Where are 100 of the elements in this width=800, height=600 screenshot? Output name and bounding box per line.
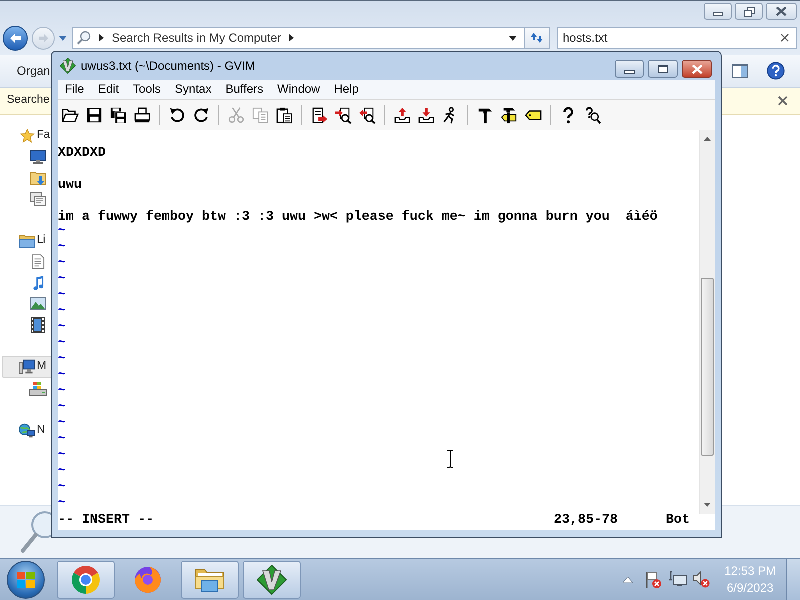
search-arrow-left-icon[interactable] xyxy=(358,106,376,124)
flame-globe-icon[interactable] xyxy=(133,564,163,594)
page-arrow-icon[interactable] xyxy=(310,106,328,124)
help-icon[interactable] xyxy=(767,62,785,80)
scrollbar-thumb[interactable] xyxy=(701,278,714,456)
empty-line-marker: ~ xyxy=(58,290,66,305)
four-squares-icon xyxy=(17,572,35,588)
nav-item[interactable]: N xyxy=(2,420,51,441)
tray-arrow-down-icon[interactable] xyxy=(418,106,434,124)
maximize-button[interactable] xyxy=(648,60,678,78)
minimize-button[interactable] xyxy=(615,60,644,78)
address-bar[interactable]: Search Results in My Computer xyxy=(72,27,525,49)
restore-button[interactable] xyxy=(735,3,763,20)
printer-icon[interactable] xyxy=(134,106,150,124)
network-icon[interactable] xyxy=(19,422,35,438)
caret-down-icon[interactable] xyxy=(509,36,517,40)
redo-icon[interactable] xyxy=(192,106,210,124)
minimize-icon xyxy=(624,70,635,74)
taskbar-button[interactable] xyxy=(243,560,301,598)
speaker-muted-icon[interactable] xyxy=(692,571,710,588)
network-icon[interactable] xyxy=(668,571,687,588)
minimize-icon xyxy=(713,12,723,16)
menu-item[interactable]: Tools xyxy=(126,80,168,99)
close-icon xyxy=(692,64,702,74)
search-icon xyxy=(77,31,91,45)
close-icon[interactable] xyxy=(778,96,788,106)
text-line: uwu xyxy=(58,178,82,194)
monitor-icon[interactable] xyxy=(30,150,46,164)
maximize-icon xyxy=(658,65,668,73)
tray-arrow-up-icon[interactable] xyxy=(394,106,410,124)
drive-icon[interactable] xyxy=(29,382,47,396)
nav-item[interactable]: M xyxy=(2,356,51,378)
start-button[interactable] xyxy=(7,560,45,598)
film-strip-icon[interactable] xyxy=(31,316,45,332)
preview-pane-icon[interactable] xyxy=(732,64,748,78)
folder-arrow-icon[interactable] xyxy=(30,170,46,186)
document-icon[interactable] xyxy=(32,254,44,270)
caret-up-icon[interactable] xyxy=(622,576,633,582)
empty-line-marker: ~ xyxy=(58,386,66,401)
music-note-icon[interactable] xyxy=(32,274,44,290)
nav-item[interactable]: Fa xyxy=(2,125,51,146)
empty-line-marker: ~ xyxy=(58,370,66,385)
empty-line-marker: ~ xyxy=(58,450,66,465)
diamond-logo-icon xyxy=(60,58,76,74)
picture-icon[interactable] xyxy=(30,297,46,310)
close-icon[interactable] xyxy=(781,34,789,42)
stacked-windows-icon[interactable] xyxy=(30,190,46,206)
arrow-left-icon xyxy=(10,32,22,44)
close-button[interactable] xyxy=(682,60,712,78)
organize-button[interactable]: Organ xyxy=(17,62,50,80)
minimize-button[interactable] xyxy=(704,3,732,20)
empty-line-marker: ~ xyxy=(58,242,66,257)
menu-item[interactable]: File xyxy=(58,80,92,99)
scroll-up-icon[interactable] xyxy=(704,137,711,141)
info-bar-text: Searche xyxy=(7,93,50,108)
mode-indicator: -- INSERT -- xyxy=(58,513,154,528)
menu-item[interactable]: Window xyxy=(270,80,328,99)
text-cursor-icon xyxy=(447,450,454,468)
search-field[interactable]: hosts.txt xyxy=(557,27,797,49)
empty-line-marker: ~ xyxy=(58,274,66,289)
scroll-down-icon[interactable] xyxy=(704,503,711,507)
scroll-position: Bot xyxy=(666,514,690,530)
computer-icon[interactable] xyxy=(19,359,35,375)
diamond-logo-icon[interactable] xyxy=(257,564,287,594)
cursor-position: 23,85-78 xyxy=(554,513,618,528)
arrow-right-icon xyxy=(38,34,48,42)
close-icon xyxy=(776,7,787,16)
menu-item[interactable]: Syntax xyxy=(168,80,219,99)
empty-line-marker: ~ xyxy=(58,258,66,273)
floppy-disks-icon[interactable] xyxy=(110,106,126,124)
refresh-icon xyxy=(530,32,544,44)
empty-line-marker: ~ xyxy=(58,354,66,369)
hammer-icon[interactable] xyxy=(476,106,494,124)
empty-line-marker: ~ xyxy=(58,498,66,513)
empty-line-marker: ~ xyxy=(58,418,66,433)
taskbar-button[interactable] xyxy=(181,560,239,598)
clipboard-icon[interactable] xyxy=(276,106,292,124)
empty-line-marker: ~ xyxy=(58,322,66,337)
taskbar-button[interactable] xyxy=(57,560,115,598)
tricolor-circle-icon[interactable] xyxy=(71,564,101,594)
menu-item[interactable]: Edit xyxy=(91,80,126,99)
empty-line-marker: ~ xyxy=(58,226,66,241)
search-help-icon[interactable] xyxy=(584,106,600,124)
restore-icon xyxy=(744,6,754,16)
nav-item[interactable]: Li xyxy=(2,230,51,251)
flag-error-icon[interactable] xyxy=(644,570,662,588)
search-arrow-right-icon[interactable] xyxy=(334,106,352,124)
chevron-right-icon xyxy=(99,34,104,42)
window-title: uwus3.txt (~\Documents) - GVIM xyxy=(81,58,256,75)
refresh-button[interactable] xyxy=(525,27,550,49)
back-button[interactable] xyxy=(3,26,28,50)
breadcrumb-item[interactable]: Search Results in My Computer xyxy=(112,29,282,47)
folder-icon[interactable] xyxy=(62,106,78,124)
chevron-right-icon xyxy=(289,34,294,42)
star-icon[interactable] xyxy=(20,128,34,142)
hammer-tag-icon[interactable] xyxy=(500,106,518,124)
close-button[interactable] xyxy=(766,3,797,20)
menu-item[interactable]: Buffers xyxy=(218,80,271,99)
menu-item[interactable]: Help xyxy=(327,80,366,99)
undo-icon[interactable] xyxy=(168,106,186,124)
